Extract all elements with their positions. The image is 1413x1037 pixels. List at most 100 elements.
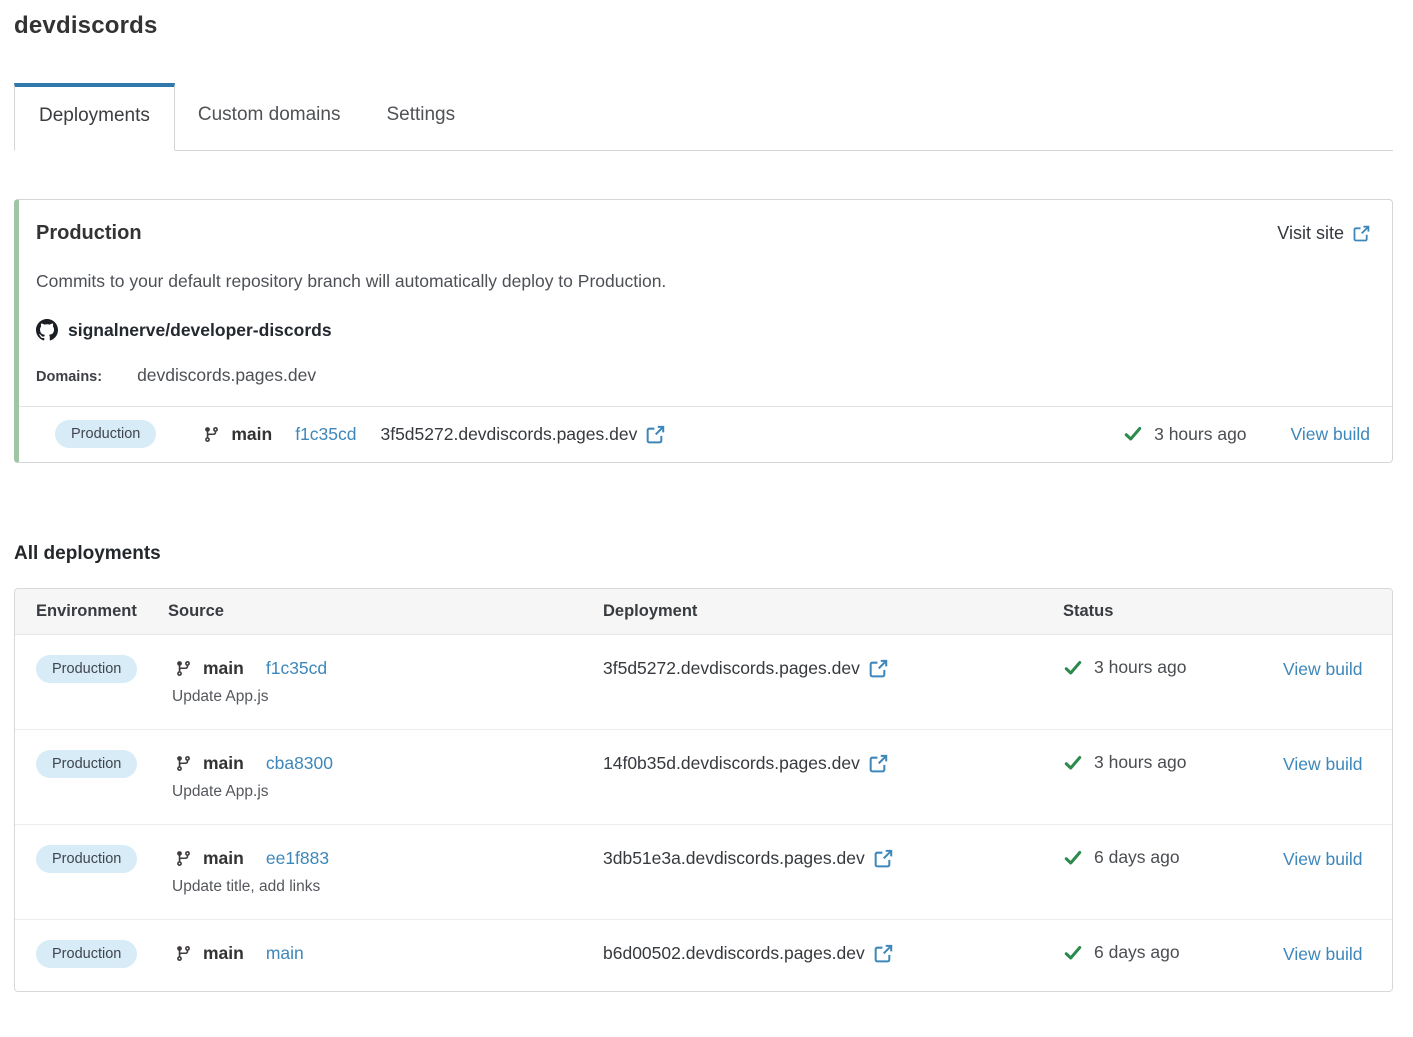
deployment-url: 3f5d5272.devdiscords.pages.dev	[380, 424, 637, 445]
all-deployments-title: All deployments	[14, 543, 1393, 565]
commit-message: Update App.js	[172, 783, 603, 801]
deployment-url-external-link[interactable]	[874, 849, 893, 868]
domains-row: Domains: devdiscords.pages.dev	[36, 365, 1370, 386]
environment-badge: Production	[36, 655, 137, 683]
external-link-icon	[874, 944, 893, 963]
source-cell: main ee1f883 Update title, add links	[168, 845, 603, 896]
branch-name: main	[203, 848, 244, 869]
page-title: devdiscords	[14, 12, 1393, 40]
repo-link[interactable]: signalnerve/developer-discords	[36, 319, 1370, 341]
status-cell: 6 days ago	[1063, 942, 1283, 963]
branch-name: main	[203, 943, 244, 964]
external-link-icon	[869, 659, 888, 678]
domains-label: Domains:	[36, 369, 102, 385]
commit-link[interactable]: f1c35cd	[266, 658, 327, 679]
table-row: Production main ee1f883 Update title, ad…	[15, 824, 1392, 919]
view-build-link[interactable]: View build	[1283, 659, 1362, 679]
external-link-icon	[874, 849, 893, 868]
commit-message: Update App.js	[172, 688, 603, 706]
status-cell: 6 days ago	[1063, 847, 1283, 868]
view-build-link[interactable]: View build	[1283, 754, 1362, 774]
column-header-source: Source	[168, 602, 603, 621]
action-cell: View build	[1283, 849, 1372, 870]
environment-cell: Production	[36, 845, 168, 873]
action-cell: View build	[1283, 754, 1372, 775]
commit-link[interactable]: main	[266, 943, 304, 964]
tab-custom-domains[interactable]: Custom domains	[175, 83, 364, 150]
table-row: Production main f1c35cd Update App.js 3f…	[15, 635, 1392, 729]
status-time: 3 hours ago	[1094, 657, 1186, 678]
github-icon	[36, 319, 58, 341]
environment-cell: Production	[36, 750, 168, 778]
table-row: Production main cba8300 Update App.js 14…	[15, 729, 1392, 824]
commit-link[interactable]: f1c35cd	[295, 424, 356, 445]
success-check-icon	[1063, 658, 1083, 678]
deployment-url-external-link[interactable]	[869, 754, 888, 773]
git-branch-icon	[175, 660, 192, 677]
production-card: Production Visit site Commits to your de…	[14, 199, 1393, 463]
status-time: 6 days ago	[1094, 847, 1180, 868]
status-time: 3 hours ago	[1154, 424, 1246, 445]
git-branch-icon	[175, 755, 192, 772]
success-check-icon	[1063, 848, 1083, 868]
view-build-link[interactable]: View build	[1283, 944, 1362, 964]
external-link-icon	[869, 754, 888, 773]
environment-badge: Production	[36, 750, 137, 778]
success-check-icon	[1063, 753, 1083, 773]
column-header-status: Status	[1063, 602, 1283, 621]
deployment-url: 3f5d5272.devdiscords.pages.dev	[603, 658, 860, 679]
table-body: Production main f1c35cd Update App.js 3f…	[15, 635, 1392, 991]
tab-settings[interactable]: Settings	[363, 83, 478, 150]
git-branch-icon	[175, 945, 192, 962]
deployments-table: Environment Source Deployment Status Pro…	[14, 588, 1393, 992]
production-description: Commits to your default repository branc…	[36, 271, 1370, 292]
action-cell: View build	[1283, 659, 1372, 680]
table-header: Environment Source Deployment Status	[15, 589, 1392, 635]
action-cell: View build	[1283, 944, 1372, 965]
deployment-url-external-link[interactable]	[874, 944, 893, 963]
commit-link[interactable]: ee1f883	[266, 848, 329, 869]
tab-deployments[interactable]: Deployments	[14, 83, 175, 151]
table-row: Production main main b6d00502.devdiscord…	[15, 919, 1392, 991]
deployment-url: b6d00502.devdiscords.pages.dev	[603, 943, 865, 964]
success-check-icon	[1123, 424, 1143, 444]
status-cell: 3 hours ago	[1063, 752, 1283, 773]
status-time: 3 hours ago	[1094, 752, 1186, 773]
external-link-icon	[646, 425, 665, 444]
deployment-cell: 3f5d5272.devdiscords.pages.dev	[603, 658, 1063, 679]
deployment-cell: b6d00502.devdiscords.pages.dev	[603, 943, 1063, 964]
deployment-url: 14f0b35d.devdiscords.pages.dev	[603, 753, 860, 774]
column-header-environment: Environment	[36, 602, 168, 621]
git-branch-icon	[175, 850, 192, 867]
visit-site-label: Visit site	[1277, 223, 1344, 244]
production-card-title: Production	[36, 222, 142, 245]
environment-cell: Production	[36, 940, 168, 968]
status-cell: 3 hours ago	[1063, 657, 1283, 678]
deployment-url: 3db51e3a.devdiscords.pages.dev	[603, 848, 865, 869]
environment-badge: Production	[36, 845, 137, 873]
domains-value: devdiscords.pages.dev	[137, 365, 316, 386]
branch-name: main	[203, 753, 244, 774]
view-build-link[interactable]: View build	[1291, 424, 1370, 445]
source-cell: main main	[168, 940, 603, 964]
tab-bar: Deployments Custom domains Settings	[14, 83, 1393, 151]
commit-link[interactable]: cba8300	[266, 753, 333, 774]
repo-name: signalnerve/developer-discords	[68, 320, 332, 341]
success-check-icon	[1063, 943, 1083, 963]
environment-badge: Production	[55, 420, 156, 448]
production-deployment-row: Production main f1c35cd 3f5d5272.devdisc…	[19, 406, 1392, 462]
environment-cell: Production	[36, 655, 168, 683]
visit-site-link[interactable]: Visit site	[1277, 223, 1370, 244]
environment-badge: Production	[36, 940, 137, 968]
view-build-link[interactable]: View build	[1283, 849, 1362, 869]
deployment-cell: 3db51e3a.devdiscords.pages.dev	[603, 848, 1063, 869]
deployment-url-external-link[interactable]	[637, 425, 665, 444]
page: devdiscords Deployments Custom domains S…	[0, 0, 1413, 1016]
source-cell: main f1c35cd Update App.js	[168, 655, 603, 706]
external-link-icon	[1353, 225, 1370, 242]
status-time: 6 days ago	[1094, 942, 1180, 963]
git-branch-icon	[203, 426, 220, 443]
deployment-cell: 14f0b35d.devdiscords.pages.dev	[603, 753, 1063, 774]
branch-name: main	[231, 424, 272, 445]
deployment-url-external-link[interactable]	[869, 659, 888, 678]
